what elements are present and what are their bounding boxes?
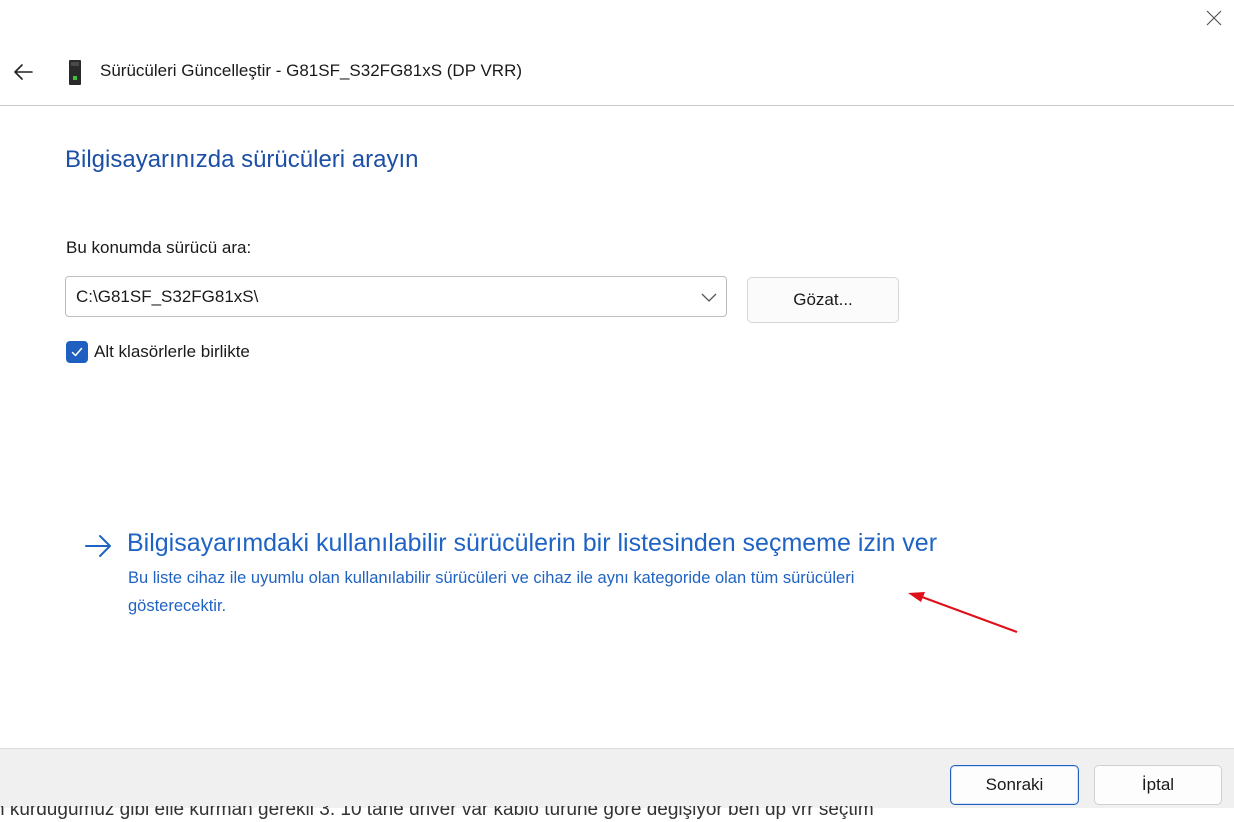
driver-path-combobox[interactable]: C:\G81SF_S32FG81xS\ — [65, 276, 727, 317]
arrow-right-icon[interactable] — [84, 533, 114, 559]
header-divider — [0, 105, 1234, 106]
next-button[interactable]: Sonraki — [950, 765, 1079, 805]
pick-from-list-description: Bu liste cihaz ile uyumlu olan kullanıla… — [128, 569, 855, 587]
background-page-text: n kurduğumuz gibi elle kurman gerekli 3.… — [0, 806, 874, 820]
close-icon[interactable] — [1200, 4, 1228, 32]
search-location-label: Bu konumda sürücü ara: — [66, 238, 252, 257]
back-arrow-icon[interactable] — [10, 59, 36, 85]
window-header: Sürücüleri Güncelleştir - G81SF_S32FG81x… — [0, 45, 1234, 105]
include-subfolders-checkbox[interactable] — [66, 341, 88, 363]
pick-from-list-description-cont: gösterecektir. — [128, 597, 227, 615]
pick-from-list-link[interactable]: Bilgisayarımdaki kullanılabilir sürücüle… — [127, 529, 937, 558]
browse-button[interactable]: Gözat... — [747, 277, 899, 323]
cancel-button[interactable]: İptal — [1094, 765, 1222, 805]
chevron-down-icon[interactable] — [700, 288, 718, 306]
annotation-arrow — [908, 592, 1018, 634]
page-title: Bilgisayarınızda sürücüleri arayın — [65, 146, 419, 173]
dialog-footer: Sonraki İptal — [0, 748, 1234, 808]
window-title: Sürücüleri Güncelleştir - G81SF_S32FG81x… — [100, 61, 523, 80]
checkmark-icon — [71, 347, 83, 357]
include-subfolders-label: Alt klasörlerle birlikte — [94, 342, 250, 361]
driver-path-value[interactable]: C:\G81SF_S32FG81xS\ — [76, 287, 258, 307]
monitor-device-icon — [69, 60, 81, 85]
